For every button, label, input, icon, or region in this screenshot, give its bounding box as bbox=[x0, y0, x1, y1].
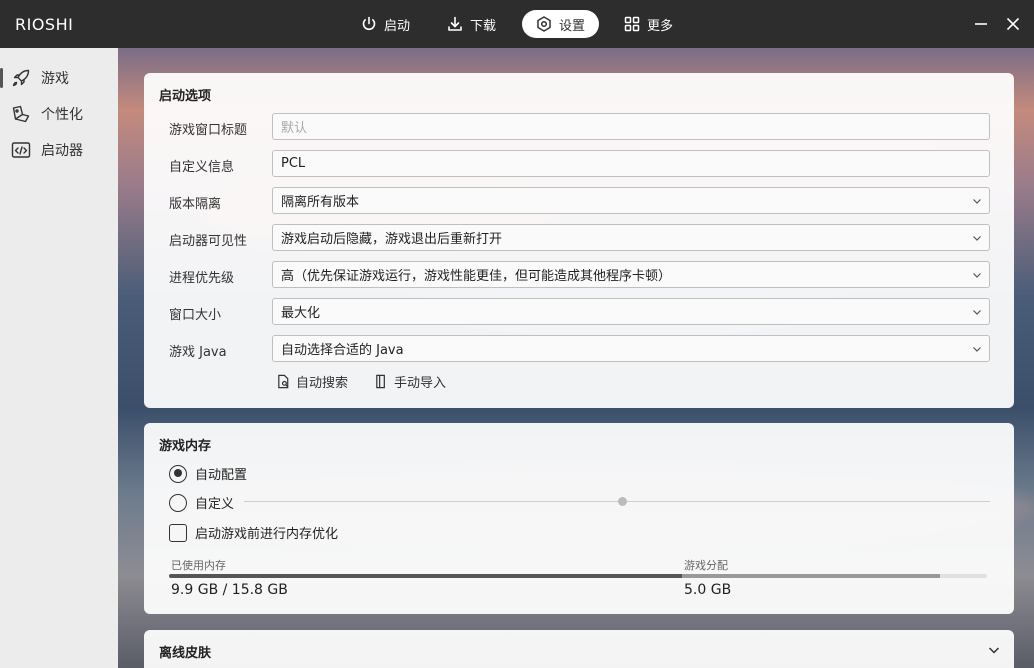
launch-options-title: 启动选项 bbox=[159, 89, 212, 104]
minimize-button[interactable] bbox=[971, 14, 991, 34]
radio-circle-checked bbox=[169, 464, 187, 483]
nav-settings[interactable]: 设置 bbox=[522, 10, 600, 38]
chevron-down-icon bbox=[973, 236, 981, 241]
row-label-game-java: 游戏 Java bbox=[169, 345, 227, 360]
sidebar-item-game[interactable]: 游戏 bbox=[0, 63, 118, 93]
window-size-select[interactable]: 最大化 bbox=[272, 298, 990, 325]
title-bar: RIOSHI 启动 下载 设置 更多 bbox=[0, 0, 1034, 48]
chevron-down-icon bbox=[973, 310, 981, 315]
nav-more-label: 更多 bbox=[647, 18, 674, 34]
import-icon bbox=[376, 374, 385, 389]
process-priority-select[interactable]: 高（优先保证游戏运行，游戏性能更佳，但可能造成其他程序卡顿） bbox=[272, 261, 990, 288]
launcher-visibility-value: 游戏启动后隐藏，游戏退出后重新打开 bbox=[281, 232, 503, 247]
sidebar-item-game-label: 游戏 bbox=[41, 71, 69, 87]
custom-info-input[interactable]: PCL bbox=[272, 150, 990, 177]
memory-slider-knob[interactable] bbox=[618, 497, 627, 506]
chevron-down-icon[interactable] bbox=[988, 644, 1000, 656]
sidebar-item-launcher-label: 启动器 bbox=[41, 143, 83, 159]
alloc-memory-value: 5.0 GB bbox=[684, 582, 732, 598]
nav-settings-label: 设置 bbox=[559, 18, 586, 34]
memory-custom-label: 自定义 bbox=[195, 497, 235, 512]
sidebar-item-launcher[interactable]: 启动器 bbox=[0, 135, 118, 165]
memory-usage-bar bbox=[169, 574, 987, 578]
nav-download-label: 下载 bbox=[470, 18, 497, 34]
launcher-visibility-select[interactable]: 游戏启动后隐藏，游戏退出后重新打开 bbox=[272, 224, 990, 251]
used-memory-value: 9.9 GB / 15.8 GB bbox=[171, 582, 288, 598]
memory-alloc-fill bbox=[682, 574, 940, 578]
used-memory-label: 已使用内存 bbox=[171, 559, 226, 572]
memory-custom-radio[interactable]: 自定义 bbox=[169, 493, 234, 512]
window-title-placeholder: 默认 bbox=[281, 121, 308, 136]
version-isolation-select[interactable]: 隔离所有版本 bbox=[272, 187, 990, 214]
offline-skin-title: 离线皮肤 bbox=[159, 646, 212, 661]
chevron-down-icon bbox=[973, 273, 981, 278]
process-priority-value: 高（优先保证游戏运行，游戏性能更佳，但可能造成其他程序卡顿） bbox=[281, 269, 672, 284]
rocket-icon bbox=[12, 69, 30, 87]
settings-icon bbox=[537, 16, 551, 32]
manual-import-label: 手动导入 bbox=[394, 376, 447, 391]
memory-title: 游戏内存 bbox=[159, 439, 212, 454]
memory-auto-label: 自动配置 bbox=[195, 468, 248, 483]
radio-circle bbox=[169, 493, 187, 512]
alloc-memory-label: 游戏分配 bbox=[684, 559, 728, 572]
close-button[interactable] bbox=[1003, 14, 1023, 34]
row-label-version-isolation: 版本隔离 bbox=[169, 197, 222, 212]
memory-auto-radio[interactable]: 自动配置 bbox=[169, 464, 247, 483]
game-java-value: 自动选择合适的 Java bbox=[281, 343, 404, 358]
nav-more[interactable]: 更多 bbox=[610, 10, 687, 38]
grid-icon bbox=[624, 16, 640, 32]
offline-skin-card[interactable]: 离线皮肤 bbox=[144, 630, 1014, 668]
auto-search-button[interactable]: 自动搜索 bbox=[276, 372, 348, 391]
launch-options-card: 启动选项 游戏窗口标题 默认 自定义信息 PCL 版本隔离 隔离所有版本 启动器… bbox=[144, 73, 1014, 408]
chevron-down-icon bbox=[973, 199, 981, 204]
row-label-window-title: 游戏窗口标题 bbox=[169, 123, 248, 138]
sidebar-item-personalize-label: 个性化 bbox=[41, 107, 83, 123]
sidebar: 游戏 个性化 启动器 bbox=[0, 48, 118, 668]
memory-card: 游戏内存 自动配置 自定义 启动游戏前进行内存优化 已使用内存 游戏分配 9.9… bbox=[144, 423, 1014, 614]
row-label-window-size: 窗口大小 bbox=[169, 308, 222, 323]
file-search-icon bbox=[278, 374, 289, 389]
version-isolation-value: 隔离所有版本 bbox=[281, 195, 360, 210]
window-size-value: 最大化 bbox=[281, 306, 321, 321]
row-label-process-priority: 进程优先级 bbox=[169, 271, 235, 286]
minimize-icon bbox=[975, 23, 987, 25]
window-title-input[interactable]: 默认 bbox=[272, 113, 990, 140]
chevron-down-icon bbox=[973, 347, 981, 352]
power-icon bbox=[362, 16, 376, 31]
manual-import-button[interactable]: 手动导入 bbox=[374, 372, 446, 391]
close-icon bbox=[1006, 17, 1020, 31]
nav-launch-label: 启动 bbox=[384, 18, 411, 34]
row-label-custom-info: 自定义信息 bbox=[169, 160, 235, 175]
custom-info-value: PCL bbox=[281, 156, 306, 171]
auto-search-label: 自动搜索 bbox=[296, 376, 349, 391]
memory-used-fill bbox=[169, 574, 682, 578]
game-java-select[interactable]: 自动选择合适的 Java bbox=[272, 335, 990, 362]
memory-optimize-checkbox[interactable]: 启动游戏前进行内存优化 bbox=[169, 523, 338, 542]
row-label-launcher-visibility: 启动器可见性 bbox=[169, 234, 248, 249]
code-icon bbox=[11, 142, 31, 158]
top-nav: 启动 下载 设置 更多 bbox=[0, 10, 1034, 38]
memory-slider-track[interactable] bbox=[244, 501, 990, 502]
palette-icon bbox=[12, 105, 30, 123]
checkbox-box bbox=[169, 523, 187, 542]
memory-optimize-label: 启动游戏前进行内存优化 bbox=[195, 527, 339, 542]
nav-launch[interactable]: 启动 bbox=[347, 10, 424, 38]
sidebar-item-personalize[interactable]: 个性化 bbox=[0, 99, 118, 129]
nav-download[interactable]: 下载 bbox=[433, 10, 510, 38]
download-icon bbox=[448, 16, 462, 31]
